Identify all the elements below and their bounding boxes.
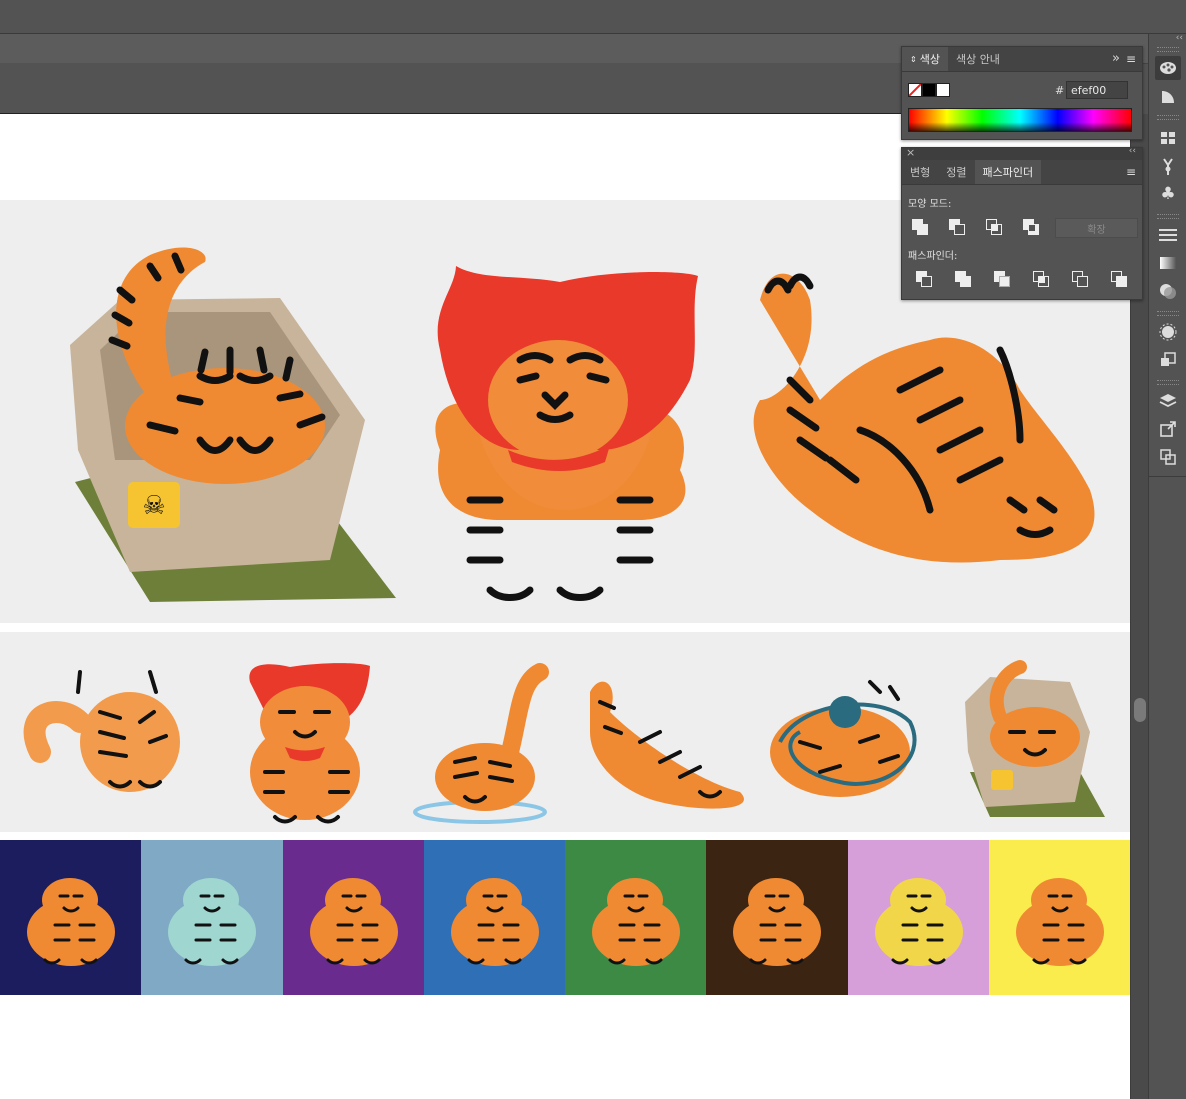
color-spectrum[interactable] [908, 108, 1132, 132]
intersect-button[interactable] [985, 218, 1003, 236]
tiger-lying-back-large[interactable] [753, 273, 1095, 563]
tiger-illustration [1015, 878, 1104, 966]
art-tile[interactable] [565, 840, 707, 995]
gradient-icon[interactable] [1155, 251, 1181, 275]
grip-icon[interactable] [1157, 311, 1179, 316]
appearance-icon[interactable] [1155, 320, 1181, 344]
shape-modes-label: 모양 모드: [908, 199, 952, 210]
art-tile[interactable] [141, 840, 284, 995]
tiger-red-hood-medium[interactable] [249, 663, 370, 824]
tiger-illustration [592, 878, 680, 966]
merge-button[interactable] [993, 270, 1011, 288]
overflow-icon[interactable]: » [1112, 51, 1120, 66]
expand-button[interactable]: 확장 [1055, 218, 1138, 238]
black-swatch[interactable] [922, 83, 936, 97]
scrollbar-thumb[interactable] [1134, 698, 1146, 722]
transparency-icon[interactable] [1155, 279, 1181, 303]
tiger-red-hood-large[interactable] [435, 266, 698, 601]
svg-text:☠: ☠ [142, 491, 165, 521]
art-tile[interactable] [282, 840, 425, 995]
close-icon[interactable]: × [906, 146, 915, 159]
minus-front-icon [949, 219, 965, 235]
outline-button[interactable] [1071, 270, 1089, 288]
tiger-illustration [168, 878, 257, 966]
tab-transform[interactable]: 변형 [902, 160, 938, 184]
tiger-illustration [874, 878, 963, 966]
graphic-styles-icon[interactable] [1155, 348, 1181, 372]
tiger-illustration [309, 878, 398, 966]
crop-button[interactable] [1032, 270, 1050, 288]
art-tile[interactable] [0, 840, 142, 995]
trim-icon [955, 271, 971, 287]
collapse-icon[interactable]: ‹‹ [1129, 146, 1136, 156]
application-menu-bar [0, 0, 1186, 34]
tiger-hanging-medium[interactable] [23, 670, 180, 792]
unite-icon [912, 219, 928, 235]
trim-button[interactable] [954, 270, 972, 288]
art-tile[interactable] [847, 840, 990, 995]
color-panel: ⇕ 색상 색상 안내 » ≡ # [901, 46, 1143, 140]
art-tile[interactable] [988, 840, 1131, 995]
brushes-icon[interactable] [1155, 154, 1181, 178]
tiger-stretch-medium[interactable] [590, 681, 744, 809]
art-tile[interactable] [423, 840, 566, 995]
tiger-illustration [450, 878, 539, 966]
color-guide-icon[interactable] [1155, 85, 1181, 109]
symbols-icon[interactable]: ♣ [1155, 182, 1181, 206]
merge-icon [994, 271, 1010, 287]
tab-pathfinder[interactable]: 패스파인더 [974, 160, 1042, 184]
fill-stroke-swatches[interactable] [908, 83, 950, 97]
minus-back-button[interactable] [1110, 270, 1128, 288]
layers-icon[interactable] [1155, 389, 1181, 413]
medium-illustrations [23, 660, 1105, 824]
tiger-in-box-large[interactable]: ☠ [70, 247, 396, 602]
tiger-yarn-medium[interactable] [770, 680, 917, 797]
intersect-icon [986, 219, 1002, 235]
tab-color-guide[interactable]: 색상 안내 [948, 47, 1008, 71]
outline-icon [1072, 271, 1088, 287]
exclude-icon [1023, 219, 1039, 235]
pathfinders-label: 패스파인더: [908, 251, 958, 262]
tab-color[interactable]: ⇕ 색상 [902, 47, 948, 71]
hex-prefix: # [1055, 84, 1065, 97]
grip-icon[interactable] [1157, 47, 1179, 52]
minus-back-icon [1111, 271, 1127, 287]
panel-menu-icon[interactable]: ≡ [1126, 52, 1136, 66]
right-panel-dock: ‹‹ ♣ [1148, 33, 1186, 1099]
tab-align[interactable]: 정렬 [938, 160, 974, 184]
crop-icon [1033, 271, 1049, 287]
unite-button[interactable] [911, 218, 929, 236]
grip-icon[interactable] [1157, 380, 1179, 385]
hex-input[interactable] [1066, 81, 1128, 99]
pathfinder-panel: × ‹‹ 변형 정렬 패스파인더 ≡ 모양 모드: 확장 패스파인더: [901, 146, 1143, 300]
artboards-icon[interactable] [1155, 445, 1181, 469]
exclude-button[interactable] [1022, 218, 1040, 236]
none-swatch-icon[interactable] [908, 83, 922, 97]
swatches-icon[interactable] [1155, 126, 1181, 150]
dock-divider [1149, 476, 1186, 477]
dock-collapse-icon[interactable]: ‹‹ [1176, 33, 1183, 43]
color-palette-icon[interactable] [1155, 56, 1181, 80]
grip-icon[interactable] [1157, 115, 1179, 120]
white-swatch[interactable] [936, 83, 950, 97]
divide-icon [916, 271, 932, 287]
divide-button[interactable] [915, 270, 933, 288]
panel-menu-icon[interactable]: ≡ [1126, 165, 1136, 179]
art-tile[interactable] [706, 840, 849, 995]
color-panel-tabs: ⇕ 색상 색상 안내 » ≡ [902, 47, 1142, 72]
tiger-illustration [27, 878, 115, 966]
tiger-illustration [733, 878, 822, 966]
tiger-in-box-medium[interactable] [965, 660, 1105, 817]
tab-arrows-icon: ⇕ [910, 54, 917, 64]
export-icon[interactable] [1155, 417, 1181, 441]
stroke-icon[interactable] [1155, 223, 1181, 247]
panel-title-strip: × ‹‹ [902, 146, 1142, 160]
minus-front-button[interactable] [948, 218, 966, 236]
grip-icon[interactable] [1157, 214, 1179, 219]
tiger-water-medium[interactable] [413, 663, 549, 824]
pathfinder-panel-tabs: 변형 정렬 패스파인더 ≡ [902, 160, 1142, 185]
artwork-row-medium [0, 632, 1130, 832]
